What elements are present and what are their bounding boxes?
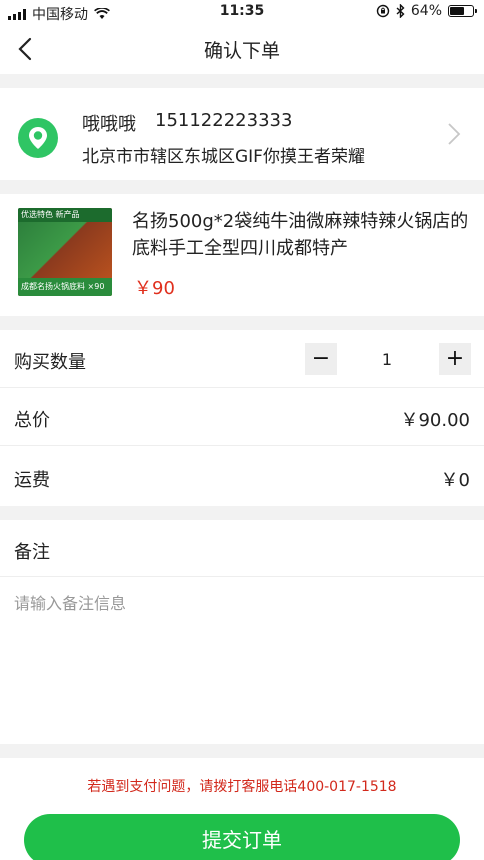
- support-notice: 若遇到支付问题，请拨打客服电话400-017-1518: [87, 779, 397, 795]
- divider: [0, 576, 484, 577]
- product-price: ￥90: [134, 278, 175, 299]
- total-label: 总价: [14, 410, 50, 431]
- product-card[interactable]: 优选特色 新产品 成都名扬火锅底料 ×90 名扬500g*2袋纯牛油微麻辣特辣火…: [0, 194, 484, 316]
- remark-label: 备注: [14, 542, 50, 563]
- status-bar: 中国移动 11:35 64%: [0, 0, 484, 24]
- submit-order-button[interactable]: 提交订单: [24, 814, 460, 860]
- shipping-row: 运费 ￥0: [0, 448, 484, 506]
- product-image-caption: 成都名扬火锅底料 ×90: [18, 278, 112, 296]
- minus-icon[interactable]: −: [305, 343, 337, 375]
- address-card[interactable]: 哦哦哦 151122223333 北京市市辖区东城区GIF你摸王者荣耀: [0, 88, 484, 180]
- battery-percent: 64%: [410, 3, 442, 19]
- status-right: 64%: [376, 3, 477, 19]
- product-image: 优选特色 新产品 成都名扬火锅底料 ×90: [18, 208, 112, 296]
- order-summary: 购买数量 − 1 + 总价 ￥90.00 运费 ￥0: [0, 330, 484, 506]
- bluetooth-icon: [396, 4, 405, 18]
- plus-icon[interactable]: +: [439, 343, 471, 375]
- shipping-value: ￥0: [440, 470, 470, 491]
- recipient-address: 北京市市辖区东城区GIF你摸王者荣耀: [82, 147, 365, 167]
- shipping-label: 运费: [14, 470, 50, 491]
- remark-input[interactable]: [14, 590, 470, 730]
- orientation-lock-icon: [376, 4, 390, 18]
- product-image-banner: 优选特色 新产品: [18, 208, 112, 222]
- recipient-name: 哦哦哦: [82, 114, 136, 135]
- nav-bar: 确认下单: [0, 24, 484, 74]
- total-value: ￥90.00: [400, 410, 470, 431]
- location-pin-icon: [18, 118, 58, 158]
- quantity-label: 购买数量: [14, 352, 86, 373]
- footer: 若遇到支付问题，请拨打客服电话400-017-1518 提交订单: [0, 758, 484, 860]
- total-row: 总价 ￥90.00: [0, 388, 484, 446]
- battery-fill: [450, 7, 465, 15]
- chevron-right-icon: [448, 123, 461, 145]
- remark-section: 备注: [0, 520, 484, 744]
- page-title: 确认下单: [203, 40, 280, 62]
- battery-icon: [448, 5, 477, 17]
- quantity-value[interactable]: 1: [370, 350, 404, 369]
- quantity-row: 购买数量 − 1 +: [0, 330, 484, 388]
- product-name: 名扬500g*2袋纯牛油微麻辣特辣火锅店的底料手工全型四川成都特产: [132, 211, 469, 259]
- recipient-phone: 151122223333: [155, 110, 293, 131]
